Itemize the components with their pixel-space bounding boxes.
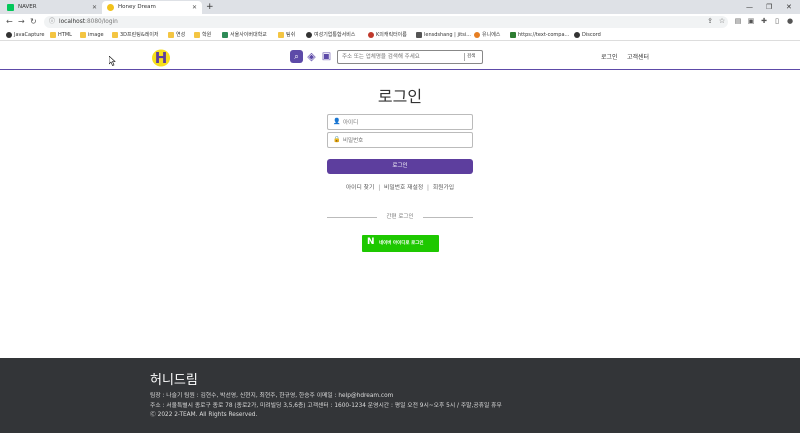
bookmark-item[interactable]: 유니에스 [474,29,500,41]
tab-naver[interactable]: NAVER ✕ [2,1,102,14]
svg-text:H: H [155,49,168,67]
account-links: 아이디 찾기 | 비밀번호 재설정 | 회원가입 [0,182,800,191]
extension-icon[interactable]: ▤ [734,17,742,25]
search-divider [464,53,465,61]
bus-icon[interactable]: ▣ [320,50,333,63]
bookmark-item[interactable]: image [80,29,104,41]
footer-address-info: 주소 : 서울특별시 종로구 종로 78 (종로2가, 미려빌딩 3,5,6층)… [150,403,502,409]
direction-icon[interactable]: ◈ [305,50,318,63]
search-icon[interactable]: ⌕ [290,50,303,63]
bookmark-icon [510,32,516,38]
share-icon[interactable]: ⇪ [706,17,714,25]
close-tab-icon[interactable]: ✕ [192,1,197,14]
back-button[interactable]: ← [6,15,13,28]
close-tab-icon[interactable]: ✕ [92,1,97,14]
page-title: 로그인 [377,87,423,106]
bookmark-star-icon[interactable]: ☆ [718,17,726,25]
puzzle-icon[interactable]: ✚ [760,17,768,25]
bookmark-icon [306,32,312,38]
reload-button[interactable]: ↻ [30,15,37,28]
bookmark-icon [6,32,12,38]
profile-avatar-icon[interactable]: ● [786,17,794,25]
login-link[interactable]: 로그인 [601,52,618,61]
password-input[interactable] [343,136,468,145]
close-window-button[interactable]: ✕ [786,0,792,14]
site-info-icon[interactable]: ⓘ [49,16,55,28]
footer-copyright: Ⓒ 2022 2-TEAM. All Rights Reserved. [150,412,258,418]
bookmark-item[interactable]: 3D프린팅&레이저 [112,29,159,41]
bookmark-item[interactable]: 여성기업통합서비스 [306,29,355,41]
site-header: H ⌕ ◈ ▣ 검색 로그인 고객센터 [0,42,800,70]
bookmark-icon [222,32,228,38]
id-input[interactable] [343,118,468,127]
search-button[interactable]: 검색 [467,51,475,63]
site-footer: 허니드림 팀장 : 나슬기 팀원 : 김현수, 박선영, 신현지, 최현주, 한… [0,358,800,433]
bookmark-item[interactable]: JavaCapture [6,29,44,41]
id-field[interactable]: 👤 [327,114,473,130]
restore-button[interactable]: ❐ [766,0,772,14]
minimize-button[interactable]: — [746,0,753,14]
tab-title: Honey Dream [118,4,156,10]
link-separator: | [378,185,381,191]
bookmark-item[interactable]: 서울사이버대학교 [222,29,267,41]
find-id-link[interactable]: 아이디 찾기 [346,185,375,191]
extension-icon[interactable]: ▣ [747,17,755,25]
bookmarks-bar: JavaCapture HTML image 3D프린팅&레이저 연성 학원 서… [0,29,800,41]
bookmark-item[interactable]: 팀쉬 [278,29,295,41]
user-icon: 👤 [333,118,341,125]
login-button[interactable]: 로그인 [327,159,473,174]
browser-toolbar: ← → ↻ ⓘ localhost:8080/login [0,14,800,29]
bookmark-item[interactable]: lensdshang | jitsi... [416,29,471,41]
folder-icon [194,32,200,38]
bookmark-item[interactable]: 학원 [194,29,211,41]
footer-title: 허니드림 [150,373,198,388]
address-url: localhost:8080/login [59,18,118,25]
naver-logo-icon: N [367,237,375,247]
password-field[interactable]: 🔒 [327,132,473,148]
browser-tab-bar: NAVER ✕ Honey Dream ✕ + — ❐ ✕ [0,0,800,14]
easy-login-divider: 간편 로그인 [327,213,473,221]
search-input[interactable] [342,52,462,62]
naver-login-button[interactable]: N 네이버 아이디로 로그인 [362,235,439,252]
folder-icon [50,32,56,38]
link-separator: | [427,185,429,191]
naver-favicon-icon [7,4,14,11]
new-tab-button[interactable]: + [206,1,214,13]
bookmark-item[interactable]: https://text-compa... [510,29,569,41]
sidebar-icon[interactable]: ▯ [773,17,781,25]
bookmark-item[interactable]: 연성 [168,29,185,41]
discord-icon [574,32,580,38]
reset-password-link[interactable]: 비밀번호 재설정 [384,185,423,191]
bookmark-icon [474,32,480,38]
lock-icon: 🔒 [333,136,341,143]
folder-icon [278,32,284,38]
signup-link[interactable]: 회원가입 [433,185,454,191]
bookmark-item[interactable]: K의캐릭터이름 [368,29,407,41]
naver-login-label: 네이버 아이디로 로그인 [379,241,424,246]
bookmark-item[interactable]: Discord [574,29,601,41]
forward-button[interactable]: → [18,15,25,28]
folder-icon [168,32,174,38]
divider-line [423,217,473,218]
bookmark-item[interactable]: HTML [50,29,72,41]
tab-honey-dream[interactable]: Honey Dream ✕ [102,1,202,14]
mouse-cursor-icon [109,56,116,66]
search-bar: 검색 [337,50,483,64]
honey-dream-favicon-icon [107,4,114,11]
bookmark-icon [416,32,422,38]
tab-title: NAVER [18,4,37,10]
folder-icon [80,32,86,38]
footer-team-info: 팀장 : 나슬기 팀원 : 김현수, 박선영, 신현지, 최현주, 한규영, 한… [150,393,394,399]
folder-icon [112,32,118,38]
customer-center-link[interactable]: 고객센터 [627,52,649,61]
address-bar[interactable]: ⓘ localhost:8080/login [44,15,728,28]
honey-dream-logo-icon[interactable]: H [150,46,172,68]
bookmark-icon [368,32,374,38]
